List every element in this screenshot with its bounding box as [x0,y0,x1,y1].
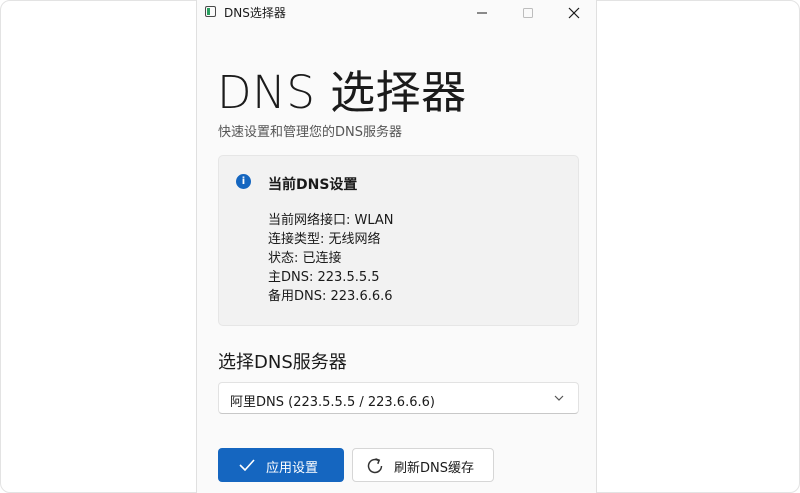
maximize-button[interactable] [505,0,551,26]
flush-dns-cache-label: 刷新DNS缓存 [394,461,474,476]
info-line-interface: 当前网络接口: WLAN [268,213,394,228]
minimize-icon [477,12,487,14]
page-title: DNS 选择器 [217,66,467,119]
info-line-secondary-dns: 备用DNS: 223.6.6.6 [268,289,393,304]
minimize-button[interactable] [459,0,505,26]
flush-dns-cache-button[interactable]: 刷新DNS缓存 [352,448,494,482]
info-card-title: 当前DNS设置 [268,177,358,193]
info-line-primary-dns: 主DNS: 223.5.5.5 [268,270,380,285]
page-subtitle: 快速设置和管理您的DNS服务器 [218,125,402,140]
app-window: DNS选择器 DNS 选择器 快速设置和管理您的DNS服务器 i 当前DNS设置… [196,0,597,493]
close-icon [568,7,580,19]
title-bar[interactable]: DNS选择器 [197,0,596,26]
app-window-icon [205,6,216,17]
info-line-connection-type: 连接类型: 无线网络 [268,232,381,247]
checkmark-icon [239,459,255,471]
refresh-icon [367,458,383,474]
close-button[interactable] [551,0,597,26]
apply-settings-label: 应用设置 [266,461,319,476]
maximize-icon [523,8,533,18]
chevron-down-icon [554,395,564,401]
current-dns-card: i 当前DNS设置 当前网络接口: WLAN 连接类型: 无线网络 状态: 已连… [218,155,579,326]
info-card-details: 当前网络接口: WLAN 连接类型: 无线网络 状态: 已连接 主DNS: 22… [268,211,394,306]
apply-settings-button[interactable]: 应用设置 [218,448,344,482]
info-line-status: 状态: 已连接 [268,251,342,266]
selector-title: 选择DNS服务器 [218,352,347,373]
dns-server-dropdown[interactable]: 阿里DNS (223.5.5.5 / 223.6.6.6) [218,382,579,414]
info-icon: i [236,174,251,189]
dns-server-selected: 阿里DNS (223.5.5.5 / 223.6.6.6) [230,395,435,410]
window-title: DNS选择器 [224,6,286,20]
